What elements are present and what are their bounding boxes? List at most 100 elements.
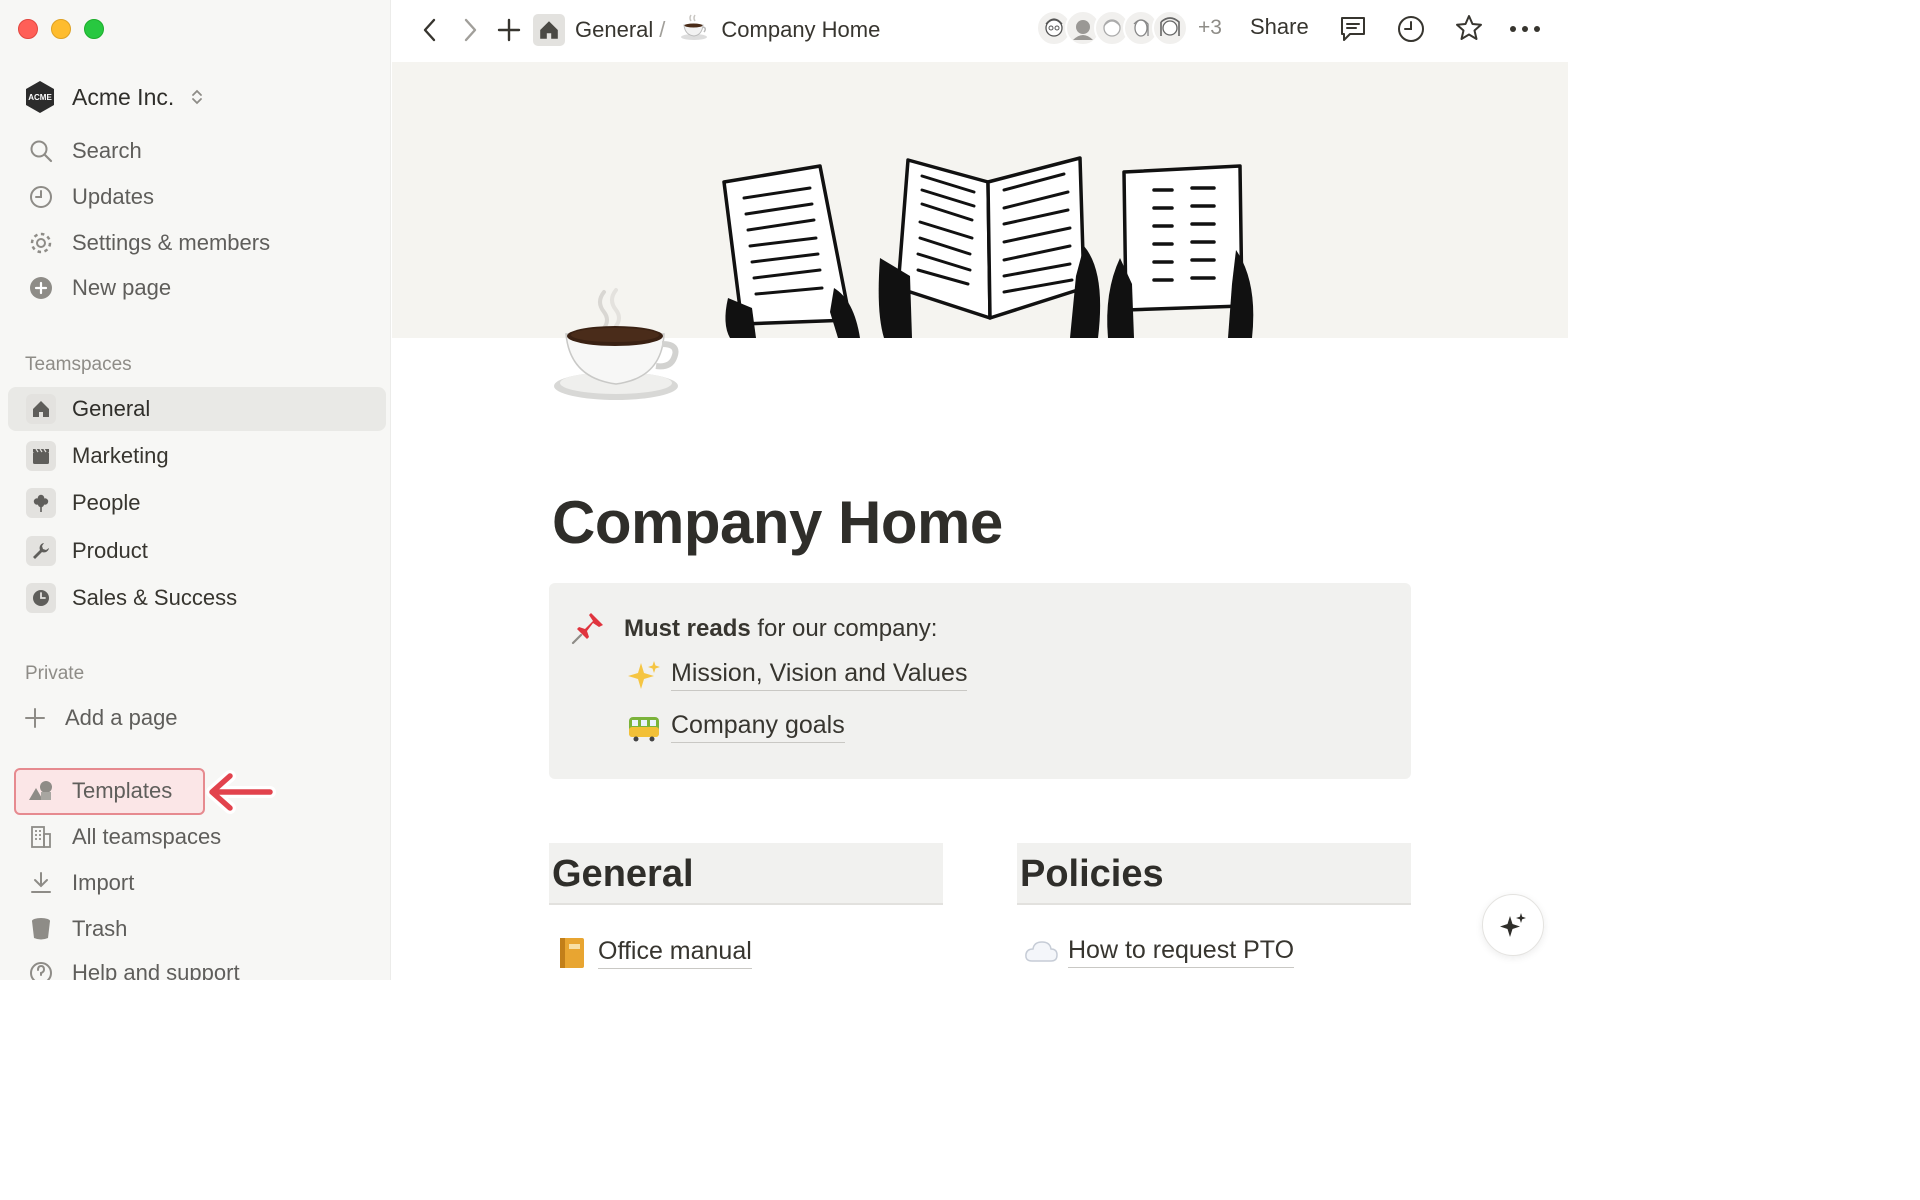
callout-block[interactable]: Must reads for our company: Mission, Vis… bbox=[549, 583, 1411, 779]
sidebar-item-product[interactable]: Product bbox=[8, 529, 386, 573]
sparkle-icon bbox=[1500, 913, 1526, 937]
workspace-switcher[interactable]: ACME Acme Inc. bbox=[22, 78, 204, 116]
favorite-button[interactable] bbox=[1454, 13, 1484, 43]
sidebar-item-label: People bbox=[72, 490, 141, 515]
annotation-arrow-icon bbox=[206, 770, 276, 814]
building-icon bbox=[26, 822, 56, 852]
column-heading-policies[interactable]: Policies bbox=[1017, 843, 1411, 905]
link-company-goals[interactable]: Company goals bbox=[627, 711, 845, 743]
zoom-window-button[interactable] bbox=[84, 19, 104, 39]
sidebar-item-label: General bbox=[72, 396, 151, 421]
sparkles-icon bbox=[628, 661, 660, 689]
sidebar-item-settings[interactable]: Settings & members bbox=[8, 221, 386, 265]
comment-icon bbox=[1341, 17, 1365, 41]
workspace-logo-icon: ACME bbox=[26, 81, 54, 113]
sidebar: ACME Acme Inc. Search Updates Settings &… bbox=[0, 0, 391, 980]
share-button[interactable]: Share bbox=[1250, 14, 1309, 40]
star-icon bbox=[1456, 15, 1482, 40]
window-controls bbox=[18, 19, 104, 39]
sidebar-item-search[interactable]: Search bbox=[8, 129, 386, 173]
sidebar-item-label: Import bbox=[72, 870, 135, 895]
history-button[interactable] bbox=[1396, 14, 1426, 44]
private-heading: Private bbox=[25, 663, 85, 684]
sidebar-item-label: Templates bbox=[72, 778, 173, 803]
house-icon bbox=[533, 13, 565, 46]
extra-members-count[interactable]: +3 bbox=[1198, 16, 1222, 40]
breadcrumb-general[interactable]: General bbox=[575, 17, 653, 43]
sidebar-item-import[interactable]: Import bbox=[8, 861, 386, 905]
link-request-pto[interactable]: How to request PTO bbox=[1024, 936, 1295, 968]
topbar: General / Company Home +3 Share bbox=[392, 0, 1568, 62]
breadcrumb: General / Company Home bbox=[533, 13, 880, 46]
link-mission-vision-values[interactable]: Mission, Vision and Values bbox=[627, 659, 968, 691]
add-page-button[interactable]: Add a page bbox=[8, 696, 386, 740]
coffee-icon[interactable] bbox=[552, 286, 684, 406]
chevron-left-icon bbox=[423, 18, 436, 42]
link-label: Company goals bbox=[671, 711, 845, 743]
sidebar-item-label: Search bbox=[72, 138, 142, 163]
coffee-icon bbox=[679, 13, 709, 46]
sidebar-item-templates[interactable]: Templates bbox=[8, 769, 386, 813]
sidebar-item-people[interactable]: People bbox=[8, 481, 386, 525]
ai-assistant-button[interactable] bbox=[1482, 894, 1544, 956]
column-heading-general[interactable]: General bbox=[549, 843, 943, 905]
back-button[interactable] bbox=[418, 16, 442, 44]
breadcrumb-company-home[interactable]: Company Home bbox=[721, 17, 880, 43]
sidebar-item-sales-success[interactable]: Sales & Success bbox=[8, 576, 386, 620]
tram-icon bbox=[629, 717, 659, 742]
forward-button[interactable] bbox=[458, 16, 482, 44]
sidebar-item-label: Settings & members bbox=[72, 230, 271, 255]
link-label: Mission, Vision and Values bbox=[671, 659, 968, 691]
workspace-name: Acme Inc. bbox=[72, 83, 175, 110]
sidebar-item-label: Add a page bbox=[65, 705, 178, 730]
sidebar-item-trash[interactable]: Trash bbox=[8, 907, 386, 951]
sidebar-item-label: Help and support bbox=[72, 960, 240, 980]
pie-clock-icon bbox=[26, 583, 56, 613]
sidebar-item-label: New page bbox=[72, 275, 172, 300]
heading-text: Policies bbox=[1020, 853, 1164, 895]
more-button[interactable] bbox=[1508, 14, 1542, 44]
sidebar-item-all-teamspaces[interactable]: All teamspaces bbox=[8, 815, 386, 859]
clapperboard-icon bbox=[26, 441, 56, 471]
cloud-icon bbox=[1025, 941, 1058, 962]
sidebar-item-label: Sales & Success bbox=[72, 585, 238, 610]
avatar bbox=[1152, 10, 1188, 46]
trash-icon bbox=[26, 914, 56, 944]
sidebar-item-new-page[interactable]: New page bbox=[8, 266, 386, 310]
plus-circle-icon bbox=[26, 273, 56, 303]
breadcrumb-separator: / bbox=[659, 16, 666, 42]
sidebar-item-help[interactable]: Help and support bbox=[8, 951, 386, 980]
search-icon bbox=[26, 136, 56, 166]
clock-icon bbox=[26, 182, 56, 212]
notebook-icon bbox=[560, 938, 584, 968]
sidebar-item-label: Updates bbox=[72, 184, 154, 209]
new-page-button[interactable] bbox=[496, 16, 522, 44]
link-office-manual[interactable]: Office manual bbox=[556, 936, 752, 970]
pushpin-icon bbox=[571, 613, 603, 645]
sidebar-item-updates[interactable]: Updates bbox=[8, 175, 386, 219]
gear-icon bbox=[26, 228, 56, 258]
more-horizontal-icon bbox=[1510, 26, 1540, 32]
question-icon bbox=[26, 958, 56, 980]
svg-text:ACME: ACME bbox=[28, 93, 52, 102]
sidebar-item-label: All teamspaces bbox=[72, 824, 222, 849]
sidebar-item-general[interactable]: General bbox=[8, 387, 386, 431]
chevron-right-icon bbox=[464, 18, 477, 42]
wrench-icon bbox=[26, 536, 56, 566]
flower-icon bbox=[26, 488, 56, 518]
minimize-window-button[interactable] bbox=[51, 19, 71, 39]
close-window-button[interactable] bbox=[18, 19, 38, 39]
house-icon bbox=[26, 394, 56, 424]
sidebar-item-label: Marketing bbox=[72, 443, 169, 468]
sidebar-item-marketing[interactable]: Marketing bbox=[8, 434, 386, 478]
comments-button[interactable] bbox=[1338, 14, 1368, 44]
callout-bold-text: Must reads bbox=[624, 615, 751, 642]
callout-rest-text: for our company: bbox=[750, 615, 938, 642]
link-label: Office manual bbox=[598, 937, 752, 969]
plus-icon bbox=[20, 703, 50, 733]
page-title[interactable]: Company Home bbox=[552, 488, 1003, 557]
sidebar-item-label: Trash bbox=[72, 916, 128, 941]
callout-text: Must reads for our company: bbox=[624, 615, 937, 643]
plus-icon bbox=[497, 18, 521, 42]
member-avatars[interactable] bbox=[1036, 10, 1188, 46]
